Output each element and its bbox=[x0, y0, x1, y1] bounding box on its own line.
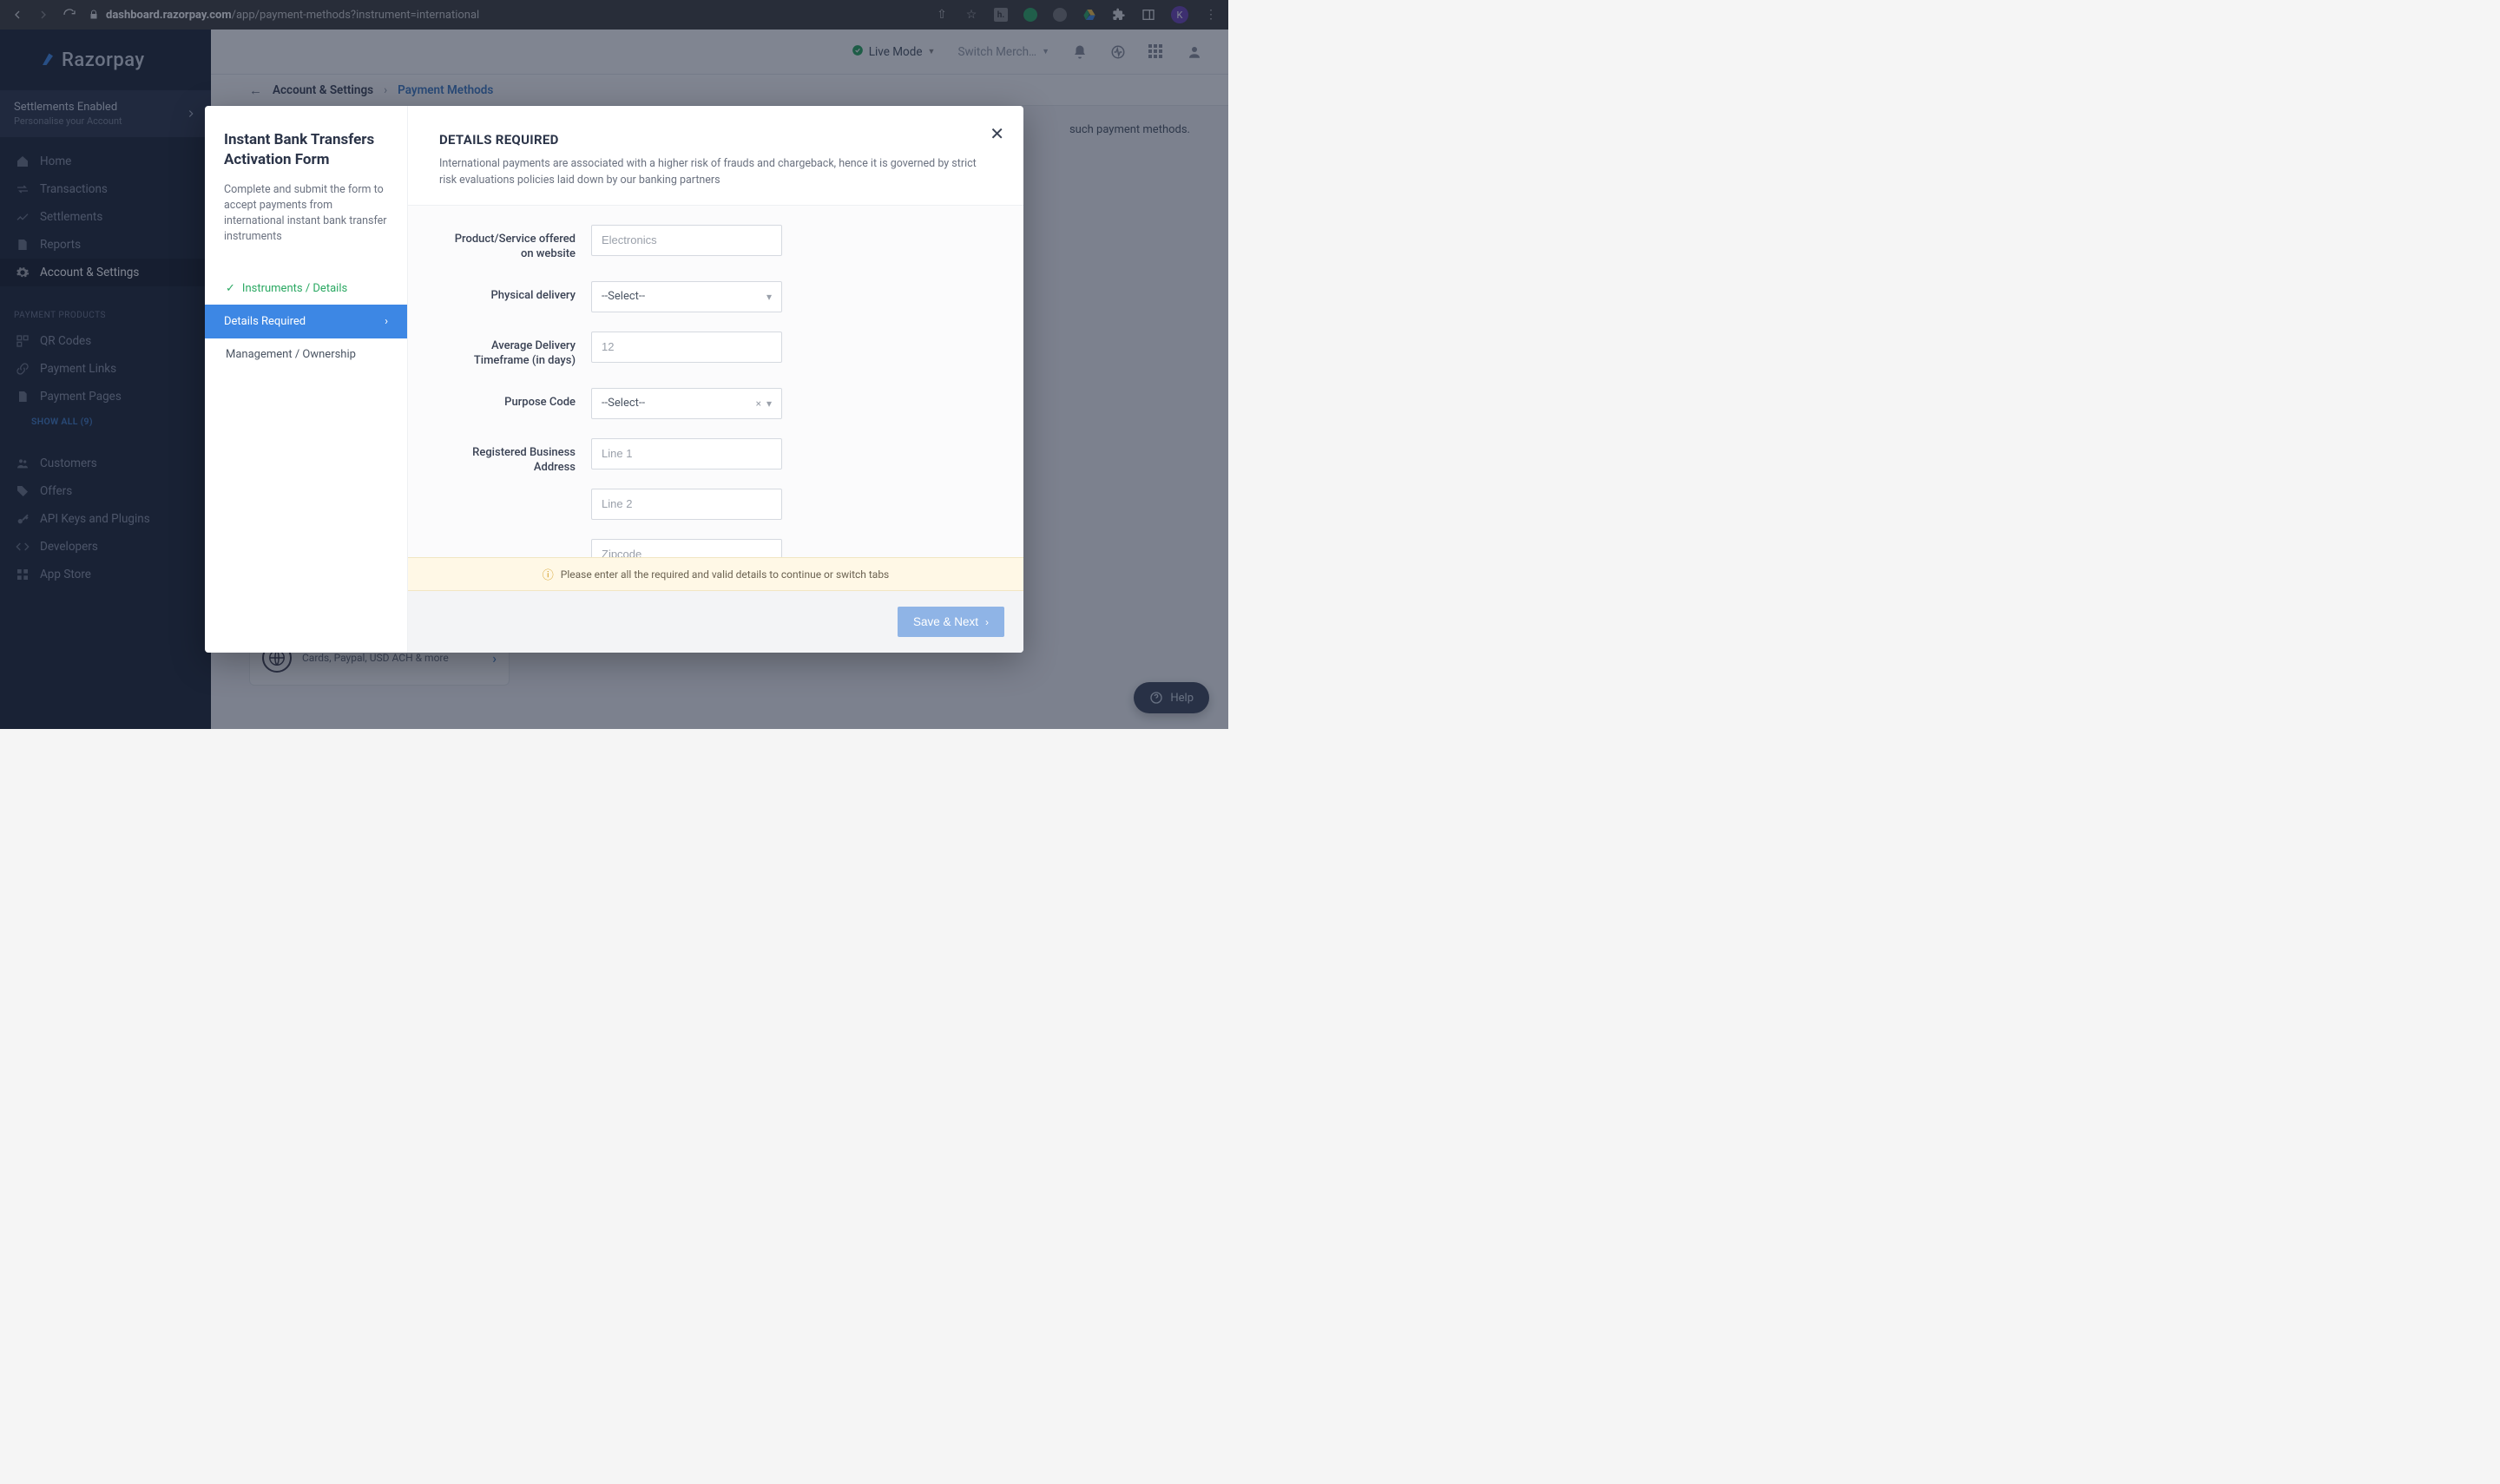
modal-footer: Save & Next › bbox=[408, 591, 1023, 653]
address-line1-input[interactable] bbox=[591, 438, 782, 469]
activation-form-modal: Instant Bank Transfers Activation Form C… bbox=[205, 106, 1023, 653]
validation-warning: ⓘ Please enter all the required and vali… bbox=[408, 557, 1023, 591]
product-label: Product/Service offered on website bbox=[439, 225, 591, 262]
product-input[interactable] bbox=[591, 225, 782, 256]
section-description: International payments are associated wi… bbox=[439, 156, 977, 189]
purpose-code-label: Purpose Code bbox=[439, 388, 591, 410]
check-icon: ✓ bbox=[226, 282, 235, 295]
step-label: Details Required bbox=[224, 315, 306, 328]
form-area: Product/Service offered on website Physi… bbox=[408, 206, 1023, 558]
save-next-button[interactable]: Save & Next › bbox=[898, 607, 1004, 637]
purpose-code-select[interactable]: --Select-- × ▾ bbox=[591, 388, 782, 419]
modal-header: DETAILS REQUIRED International payments … bbox=[408, 106, 1023, 206]
address-label: Registered Business Address bbox=[439, 438, 591, 476]
caret-down-icon: ▾ bbox=[766, 291, 772, 303]
save-next-label: Save & Next bbox=[913, 615, 978, 628]
modal-title: Instant Bank Transfers Activation Form bbox=[224, 130, 388, 170]
physical-delivery-label: Physical delivery bbox=[439, 281, 591, 304]
physical-delivery-select[interactable]: --Select-- ▾ bbox=[591, 281, 782, 312]
avg-delivery-label: Average Delivery Timeframe (in days) bbox=[439, 332, 591, 369]
step-details-required[interactable]: Details Required › bbox=[205, 305, 407, 338]
caret-down-icon: ▾ bbox=[766, 397, 772, 410]
close-icon[interactable]: ✕ bbox=[990, 123, 1004, 144]
chevron-right-icon: › bbox=[385, 315, 388, 328]
avg-delivery-input[interactable] bbox=[591, 332, 782, 363]
step-label: Management / Ownership bbox=[226, 348, 356, 361]
step-management-ownership[interactable]: Management / Ownership bbox=[224, 338, 388, 371]
modal-sidebar: Instant Bank Transfers Activation Form C… bbox=[205, 106, 408, 653]
select-value: --Select-- bbox=[602, 290, 645, 303]
select-value: --Select-- bbox=[602, 397, 645, 410]
section-heading: DETAILS REQUIRED bbox=[439, 132, 992, 148]
step-instruments-details[interactable]: ✓ Instruments / Details bbox=[224, 273, 388, 305]
chevron-right-icon: › bbox=[985, 616, 989, 628]
warning-text: Please enter all the required and valid … bbox=[561, 568, 890, 581]
address-line2-input[interactable] bbox=[591, 489, 782, 520]
address-zipcode-input[interactable] bbox=[591, 539, 782, 557]
warning-icon: ⓘ bbox=[543, 566, 554, 582]
step-label: Instruments / Details bbox=[242, 282, 347, 295]
modal-subtitle: Complete and submit the form to accept p… bbox=[224, 182, 388, 246]
clear-icon[interactable]: × bbox=[756, 397, 761, 410]
